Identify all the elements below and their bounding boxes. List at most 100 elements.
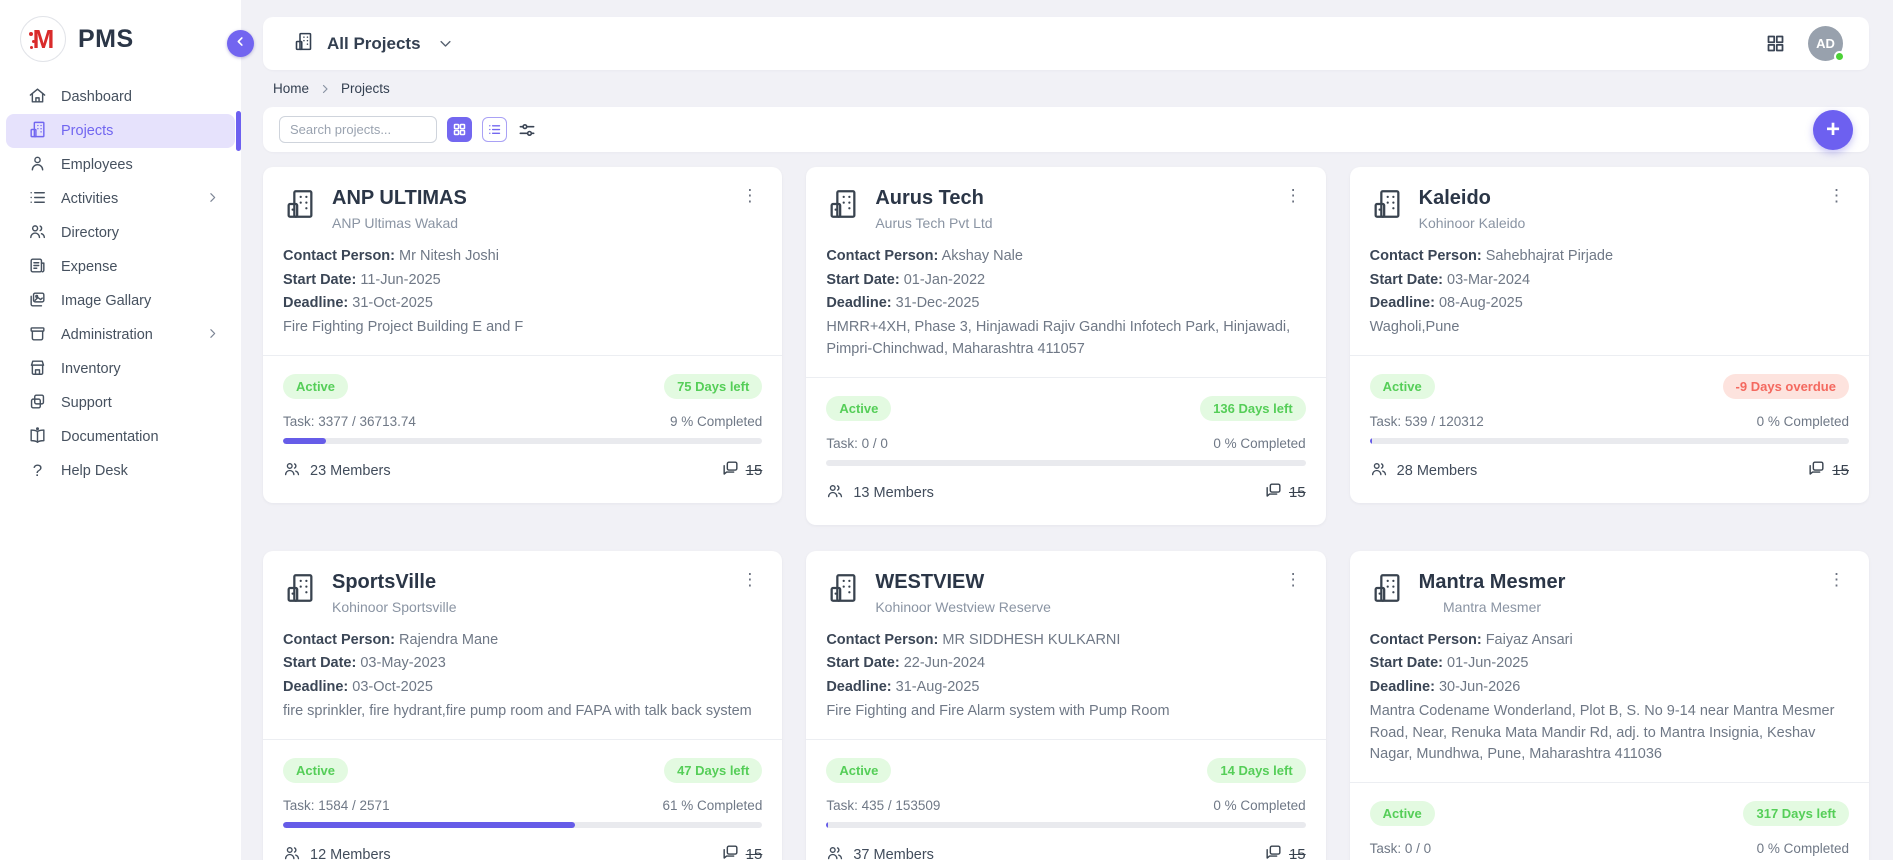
task-count: Task: 1584 / 2571 bbox=[283, 798, 390, 813]
project-card[interactable]: Mantra Mesmer Mantra Mesmer ⋮ Contact Pe… bbox=[1350, 551, 1869, 860]
project-card[interactable]: Aurus Tech Aurus Tech Pvt Ltd ⋮ Contact … bbox=[806, 167, 1325, 525]
projects-toolbar: + bbox=[263, 107, 1869, 152]
task-count: Task: 0 / 0 bbox=[1370, 841, 1432, 856]
project-card[interactable]: SportsVille Kohinoor Sportsville ⋮ Conta… bbox=[263, 551, 782, 860]
contact-label: Contact Person: bbox=[283, 248, 395, 264]
start-value: 03-Mar-2024 bbox=[1447, 272, 1530, 288]
members-icon bbox=[283, 844, 301, 860]
days-left-badge: 317 Days left bbox=[1743, 801, 1849, 826]
project-card[interactable]: WESTVIEW Kohinoor Westview Reserve ⋮ Con… bbox=[806, 551, 1325, 860]
start-value: 01-Jan-2022 bbox=[904, 272, 985, 288]
archive-icon bbox=[28, 324, 47, 347]
card-menu-icon[interactable]: ⋮ bbox=[1281, 569, 1306, 590]
sidebar-item-help-desk[interactable]: ? Help Desk bbox=[6, 454, 235, 488]
sidebar-item-directory[interactable]: Directory bbox=[6, 216, 235, 250]
comments-button[interactable]: 15 bbox=[1807, 459, 1849, 483]
apps-grid-icon[interactable] bbox=[1765, 33, 1786, 54]
search-input[interactable] bbox=[279, 116, 437, 143]
sidebar-item-dashboard[interactable]: Dashboard bbox=[6, 80, 235, 114]
sidebar-item-activities[interactable]: Activities bbox=[6, 182, 235, 216]
project-description: HMRR+4XH, Phase 3, Hinjawadi Rajiv Gandh… bbox=[826, 317, 1305, 361]
project-selector[interactable]: All Projects bbox=[293, 31, 453, 57]
chat-icon bbox=[721, 459, 740, 483]
building-icon bbox=[283, 571, 317, 610]
sidebar-item-support[interactable]: Support bbox=[6, 386, 235, 420]
user-avatar[interactable]: AD bbox=[1808, 26, 1843, 61]
status-badge: Active bbox=[283, 758, 348, 783]
deadline-label: Deadline: bbox=[1370, 679, 1435, 695]
project-title: ANP ULTIMAS bbox=[332, 185, 467, 212]
sidebar-item-expense[interactable]: Expense bbox=[6, 250, 235, 284]
comments-button[interactable]: 15 bbox=[721, 843, 763, 860]
app-logo: M PMS bbox=[0, 0, 241, 76]
start-value: 22-Jun-2024 bbox=[904, 655, 985, 671]
filter-sliders-icon[interactable] bbox=[517, 120, 537, 140]
sidebar-item-employees[interactable]: Employees bbox=[6, 148, 235, 182]
project-subtitle: ANP Ultimas Wakad bbox=[332, 214, 467, 233]
list-view-button[interactable] bbox=[482, 117, 507, 142]
progress-bar bbox=[283, 822, 762, 828]
card-menu-icon[interactable]: ⋮ bbox=[1281, 185, 1306, 206]
grid-view-button[interactable] bbox=[447, 117, 472, 142]
deadline-value: 31-Aug-2025 bbox=[896, 679, 980, 695]
project-description: Wagholi,Pune bbox=[1370, 317, 1849, 339]
comments-button[interactable]: 15 bbox=[1264, 843, 1306, 860]
card-menu-icon[interactable]: ⋮ bbox=[737, 185, 762, 206]
building-icon bbox=[28, 120, 47, 143]
main-content: All Projects AD Home Projects + ANP bbox=[241, 0, 1893, 860]
project-card[interactable]: Kaleido Kohinoor Kaleido ⋮ Contact Perso… bbox=[1350, 167, 1869, 503]
progress-bar bbox=[826, 822, 1305, 828]
chat-icon bbox=[1807, 459, 1826, 483]
comments-count: 15 bbox=[1289, 484, 1306, 501]
online-status-dot bbox=[1834, 51, 1845, 62]
start-value: 01-Jun-2025 bbox=[1447, 655, 1528, 671]
comments-button[interactable]: 15 bbox=[721, 459, 763, 483]
building-icon bbox=[1370, 187, 1404, 226]
card-menu-icon[interactable]: ⋮ bbox=[1824, 569, 1849, 590]
sidebar-item-documentation[interactable]: Documentation bbox=[6, 420, 235, 454]
members-icon bbox=[826, 482, 844, 504]
project-title: Kaleido bbox=[1419, 185, 1526, 212]
project-title: Mantra Mesmer bbox=[1419, 569, 1566, 596]
members-count: 23 Members bbox=[310, 463, 391, 479]
contact-label: Contact Person: bbox=[826, 248, 938, 264]
task-count: Task: 0 / 0 bbox=[826, 436, 888, 451]
sidebar-collapse-button[interactable] bbox=[227, 30, 254, 57]
days-left-badge: 136 Days left bbox=[1200, 396, 1306, 421]
status-badge: Active bbox=[826, 758, 891, 783]
sidebar-item-inventory[interactable]: Inventory bbox=[6, 352, 235, 386]
app-title: PMS bbox=[78, 25, 134, 54]
progress-bar bbox=[283, 438, 762, 444]
status-badge: Active bbox=[283, 374, 348, 399]
sidebar-item-image-gallery[interactable]: Image Gallary bbox=[6, 284, 235, 318]
project-cards-grid: ANP ULTIMAS ANP Ultimas Wakad ⋮ Contact … bbox=[263, 167, 1869, 860]
people-icon bbox=[28, 222, 47, 245]
project-card[interactable]: ANP ULTIMAS ANP Ultimas Wakad ⋮ Contact … bbox=[263, 167, 782, 503]
comments-button[interactable]: 15 bbox=[1264, 481, 1306, 505]
sidebar-item-projects[interactable]: Projects bbox=[6, 114, 235, 148]
breadcrumb-home[interactable]: Home bbox=[273, 81, 309, 96]
progress-bar bbox=[1370, 438, 1849, 444]
project-description: Mantra Codename Wonderland, Plot B, S. N… bbox=[1370, 701, 1849, 766]
project-description: Fire Fighting Project Building E and F bbox=[283, 317, 762, 339]
building-icon bbox=[1370, 571, 1404, 610]
project-description: Fire Fighting and Fire Alarm system with… bbox=[826, 701, 1305, 723]
card-menu-icon[interactable]: ⋮ bbox=[737, 569, 762, 590]
copy-icon bbox=[28, 392, 47, 415]
start-value: 11-Jun-2025 bbox=[360, 272, 440, 288]
project-subtitle: Kohinoor Sportsville bbox=[332, 598, 457, 617]
sidebar-item-administration[interactable]: Administration bbox=[6, 318, 235, 352]
completed-percent: 0 % Completed bbox=[1213, 436, 1305, 451]
comments-count: 15 bbox=[1832, 462, 1849, 479]
project-subtitle: Aurus Tech Pvt Ltd bbox=[875, 214, 992, 233]
breadcrumb-current[interactable]: Projects bbox=[341, 81, 390, 96]
project-title: Aurus Tech bbox=[875, 185, 992, 212]
divider bbox=[1350, 355, 1869, 356]
members-count: 28 Members bbox=[1397, 463, 1478, 479]
deadline-value: 31-Oct-2025 bbox=[352, 295, 433, 311]
members-icon bbox=[1370, 460, 1388, 482]
completed-percent: 0 % Completed bbox=[1213, 798, 1305, 813]
card-menu-icon[interactable]: ⋮ bbox=[1824, 185, 1849, 206]
add-project-button[interactable]: + bbox=[1813, 110, 1853, 150]
project-subtitle: Kohinoor Kaleido bbox=[1419, 214, 1526, 233]
